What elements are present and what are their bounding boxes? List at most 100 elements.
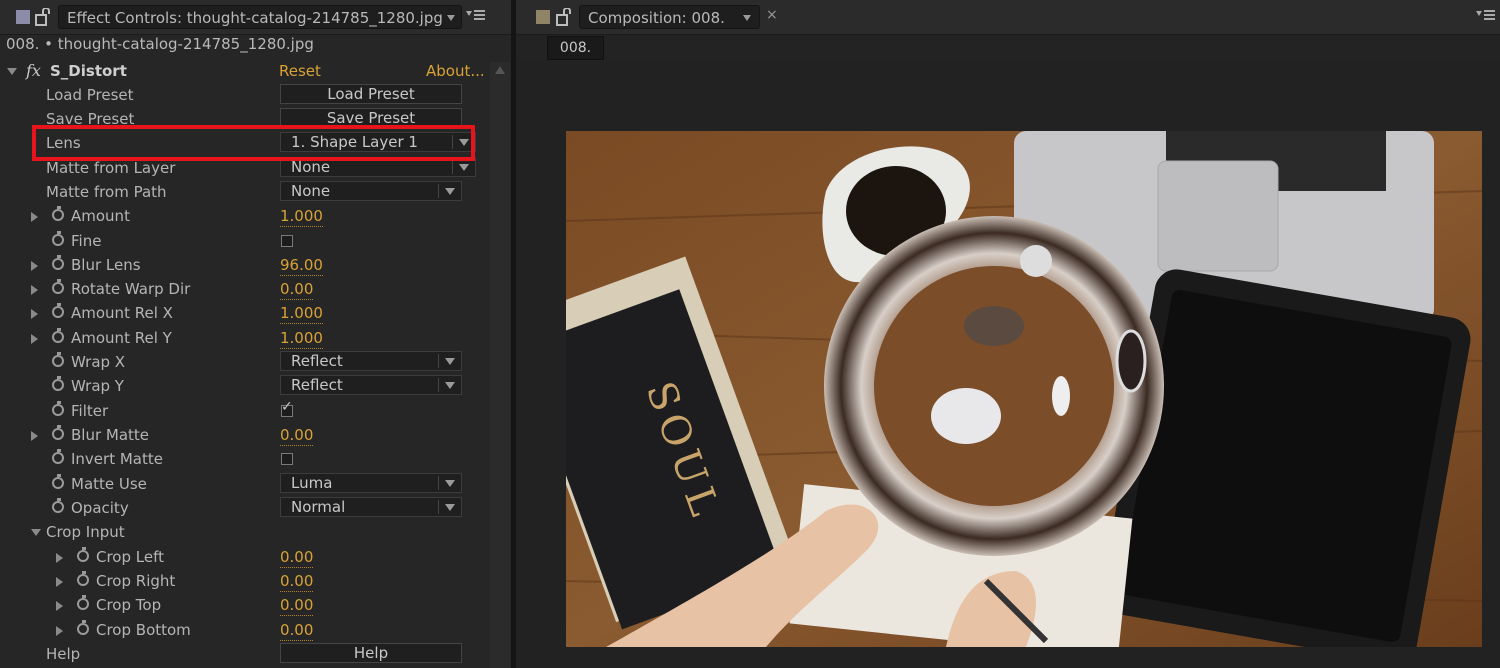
reset-link[interactable]: Reset [279, 59, 321, 83]
matte-use-dropdown[interactable]: Luma [280, 473, 462, 493]
param-amount-rel-y: Amount Rel Y 1.000 [0, 326, 487, 350]
stopwatch-icon[interactable] [52, 425, 64, 440]
dropdown-value: Reflect [291, 376, 343, 394]
param-label: Crop Top [96, 596, 162, 614]
chevron-down-icon[interactable] [445, 382, 455, 389]
expand-icon[interactable] [31, 261, 38, 271]
help-button[interactable]: Help [280, 643, 462, 663]
stopwatch-icon[interactable] [77, 547, 89, 562]
fine-checkbox[interactable] [281, 235, 293, 247]
stopwatch-icon[interactable] [52, 231, 64, 246]
fx-icon[interactable]: fx [26, 59, 41, 83]
stopwatch-icon[interactable] [52, 303, 64, 318]
crop-top-value[interactable]: 0.00 [280, 595, 314, 616]
expand-icon[interactable] [56, 626, 63, 636]
opacity-dropdown[interactable]: Normal [280, 497, 462, 517]
chevron-down-icon[interactable] [459, 164, 469, 171]
group-crop-input[interactable]: Crop Input [0, 520, 487, 544]
blur-lens-value[interactable]: 96.00 [280, 255, 323, 276]
expand-icon[interactable] [31, 212, 38, 222]
matte-from-path-dropdown[interactable]: None [280, 181, 462, 201]
load-preset-button[interactable]: Load Preset [280, 84, 462, 104]
wrap-x-dropdown[interactable]: Reflect [280, 351, 462, 371]
effect-controls-panel: Effect Controls: thought-catalog-214785_… [0, 0, 511, 668]
panel-menu-icon[interactable] [1476, 9, 1496, 23]
param-blur-matte: Blur Matte 0.00 [0, 423, 487, 447]
expand-icon[interactable] [56, 553, 63, 563]
tab-effect-controls[interactable]: Effect Controls: thought-catalog-214785_… [58, 5, 462, 29]
expand-icon[interactable] [31, 285, 38, 295]
crop-right-value[interactable]: 0.00 [280, 571, 314, 592]
stopwatch-icon[interactable] [52, 352, 64, 367]
param-invert-matte: Invert Matte [0, 447, 487, 471]
param-wrap-y: Wrap Y Reflect [0, 374, 487, 398]
panel-square-icon[interactable] [16, 10, 30, 24]
stopwatch-icon[interactable] [52, 498, 64, 513]
dropdown-value: None [291, 182, 331, 200]
stopwatch-icon[interactable] [52, 376, 64, 391]
param-rotate-warp-dir: Rotate Warp Dir 0.00 [0, 277, 487, 301]
param-label: Matte Use [71, 475, 147, 493]
stopwatch-icon[interactable] [52, 474, 64, 489]
panel-square-icon[interactable] [536, 10, 550, 24]
tab-dropdown-icon[interactable] [447, 15, 455, 21]
amount-rel-x-value[interactable]: 1.000 [280, 303, 323, 324]
expand-icon[interactable] [56, 577, 63, 587]
chevron-down-icon[interactable] [445, 358, 455, 365]
param-label: Rotate Warp Dir [71, 280, 191, 298]
dropdown-value: Reflect [291, 352, 343, 370]
checkmark-icon: ✓ [281, 399, 293, 415]
param-matte-use: Matte Use Luma [0, 472, 487, 496]
tab-composition[interactable]: Composition: 008. [579, 5, 760, 29]
comp-subtab[interactable]: 008. [547, 36, 604, 60]
stopwatch-icon[interactable] [52, 255, 64, 270]
close-icon[interactable]: × [766, 7, 778, 23]
crop-left-value[interactable]: 0.00 [280, 547, 314, 568]
tab-effect-controls-label: Effect Controls: thought-catalog-214785_… [67, 9, 443, 27]
lock-icon[interactable] [556, 8, 572, 26]
amount-rel-y-value[interactable]: 1.000 [280, 328, 323, 349]
panel-menu-icon[interactable] [466, 9, 486, 23]
param-label: Wrap X [71, 353, 126, 371]
wrap-y-dropdown[interactable]: Reflect [280, 375, 462, 395]
stopwatch-icon[interactable] [52, 328, 64, 343]
param-label: Amount Rel Y [71, 329, 172, 347]
chevron-down-icon[interactable] [445, 480, 455, 487]
stopwatch-icon[interactable] [52, 401, 64, 416]
about-link[interactable]: About... [426, 59, 485, 83]
expand-icon[interactable] [31, 431, 38, 441]
scrollbar[interactable] [490, 62, 510, 668]
divider [438, 378, 439, 392]
divider [438, 354, 439, 368]
param-label: Help [46, 645, 81, 663]
param-label: Filter [71, 402, 109, 420]
stopwatch-icon[interactable] [77, 571, 89, 586]
stopwatch-icon[interactable] [77, 595, 89, 610]
expand-icon[interactable] [31, 334, 38, 344]
stopwatch-icon[interactable] [52, 449, 64, 464]
expand-icon[interactable] [31, 309, 38, 319]
stopwatch-icon[interactable] [77, 620, 89, 635]
lock-icon[interactable] [35, 8, 51, 26]
filter-checkbox[interactable]: ✓ [281, 400, 293, 417]
blur-matte-value[interactable]: 0.00 [280, 425, 314, 446]
crop-bottom-value[interactable]: 0.00 [280, 620, 314, 641]
collapse-effect-icon[interactable] [7, 68, 17, 75]
stopwatch-icon[interactable] [52, 279, 64, 294]
stopwatch-icon[interactable] [52, 206, 64, 221]
invert-matte-checkbox[interactable] [281, 453, 293, 465]
param-label: Crop Right [96, 572, 176, 590]
amount-value[interactable]: 1.000 [280, 206, 323, 227]
param-filter: Filter ✓ [0, 399, 487, 423]
effect-header[interactable]: fx S_Distort Reset About... [0, 59, 487, 83]
expand-icon[interactable] [56, 601, 63, 611]
tab-dropdown-icon[interactable] [743, 15, 751, 21]
scroll-up-icon[interactable] [495, 66, 505, 74]
collapse-icon[interactable] [31, 529, 41, 536]
chevron-down-icon[interactable] [445, 504, 455, 511]
composition-viewer[interactable]: SOUL [566, 131, 1482, 647]
chevron-down-icon[interactable] [445, 188, 455, 195]
rotate-warp-dir-value[interactable]: 0.00 [280, 279, 314, 300]
divider [438, 500, 439, 514]
composition-image: SOUL [566, 131, 1482, 647]
